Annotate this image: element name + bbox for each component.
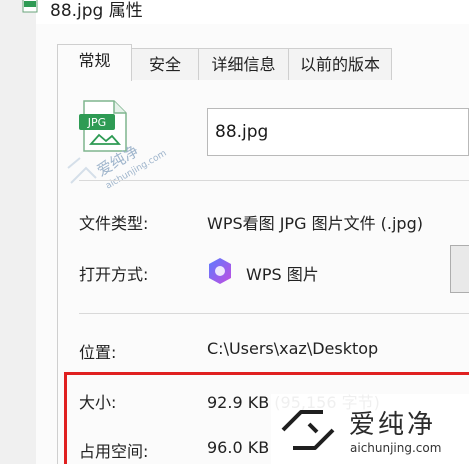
watermark-logo-icon — [281, 410, 335, 450]
tab-security[interactable]: 安全 — [131, 48, 199, 80]
divider — [79, 180, 469, 181]
location-value: C:\Users\xaz\Desktop — [207, 339, 379, 358]
wps-photo-icon — [209, 258, 231, 284]
window-title: 88.jpg 属性 — [50, 1, 143, 21]
filename-input[interactable]: 88.jpg — [207, 108, 469, 156]
tab-general[interactable]: 常规 — [57, 44, 132, 81]
file-type-label: 文件类型: — [79, 214, 149, 233]
open-with-label: 打开方式: — [79, 265, 149, 284]
open-with-value: WPS 图片 — [246, 265, 319, 284]
file-type-value: WPS看图 JPG 图片文件 (.jpg) — [207, 214, 423, 233]
jpg-icon-text: JPG — [87, 116, 106, 129]
watermark-text: 爱纯净 — [349, 410, 437, 440]
jpg-file-small-icon — [22, 0, 38, 13]
tab-strip: 常规 安全 详细信息 以前的版本 — [57, 44, 469, 81]
watermark-url: aichunjing.com — [350, 441, 442, 455]
change-button[interactable] — [450, 245, 469, 293]
tab-previous-versions[interactable]: 以前的版本 — [288, 48, 392, 80]
divider — [79, 313, 469, 314]
location-label: 位置: — [79, 343, 117, 362]
tab-details[interactable]: 详细信息 — [198, 48, 289, 80]
